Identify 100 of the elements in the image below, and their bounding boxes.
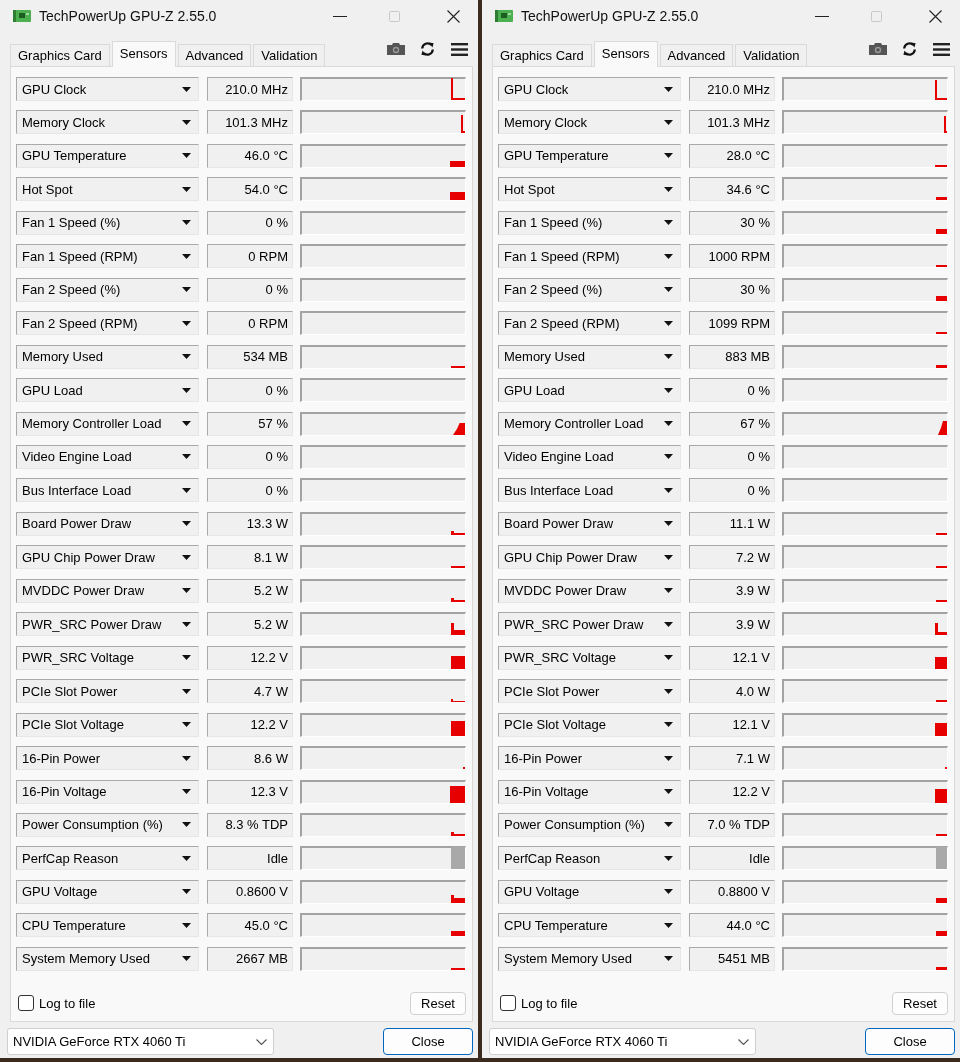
sensor-select[interactable]: Fan 1 Speed (%) [16, 210, 199, 235]
sensor-select[interactable]: GPU Temperature [498, 143, 681, 168]
sensor-value: 0 % [207, 210, 293, 235]
sensor-select[interactable]: GPU Voltage [16, 879, 199, 904]
sensor-select[interactable]: PCIe Slot Power [16, 679, 199, 704]
sensor-value: 3.9 W [689, 612, 775, 637]
sensor-select[interactable]: Board Power Draw [498, 511, 681, 536]
tab[interactable]: Advanced [177, 44, 252, 66]
sensor-select[interactable]: Fan 1 Speed (%) [498, 210, 681, 235]
checkbox-label[interactable]: Log to file [521, 995, 578, 1011]
sensor-select[interactable]: Memory Clock [498, 110, 681, 135]
checkbox-label[interactable]: Log to file [39, 995, 96, 1011]
caret-icon [664, 655, 673, 661]
sensor-value: 12.1 V [689, 712, 775, 737]
caret-icon [182, 487, 191, 493]
tab[interactable]: Sensors [111, 41, 176, 67]
sensor-select[interactable]: GPU Clock [498, 77, 681, 101]
sensor-select[interactable]: GPU Chip Power Draw [16, 545, 199, 570]
sensor-select[interactable]: 16-Pin Voltage [498, 779, 681, 804]
sensor-select[interactable]: CPU Temperature [498, 913, 681, 938]
tab[interactable]: Sensors [593, 41, 658, 67]
sensor-select[interactable]: Video Engine Load [16, 445, 199, 469]
tab[interactable]: Advanced [659, 44, 734, 66]
close-icon[interactable] [929, 9, 942, 23]
sensor-select[interactable]: 16-Pin Power [16, 746, 199, 771]
menu-icon[interactable] [451, 42, 468, 56]
minimize-icon[interactable] [333, 15, 347, 17]
sensor-select[interactable]: PerfCap Reason [16, 846, 199, 871]
sensor-select[interactable]: Fan 2 Speed (%) [16, 277, 199, 302]
sensor-select[interactable]: Bus Interface Load [498, 478, 681, 503]
sensor-select[interactable]: PCIe Slot Power [498, 679, 681, 704]
sparkline-drawing [935, 788, 947, 803]
camera-icon[interactable] [387, 43, 405, 55]
sensor-select[interactable]: Video Engine Load [498, 445, 681, 469]
sensor-select[interactable]: PCIe Slot Voltage [498, 712, 681, 737]
sensor-select[interactable]: GPU Voltage [498, 879, 681, 904]
tab[interactable]: Graphics Card [492, 44, 592, 66]
sensor-select[interactable]: Fan 2 Speed (RPM) [498, 311, 681, 336]
log-checkbox[interactable] [500, 995, 516, 1012]
log-checkbox[interactable] [18, 995, 34, 1012]
sensor-select[interactable]: PWR_SRC Power Draw [16, 612, 199, 637]
sensor-value: 0 % [207, 445, 293, 469]
refresh-icon[interactable] [902, 42, 917, 56]
sensor-select[interactable]: Fan 1 Speed (RPM) [498, 244, 681, 269]
sensor-select[interactable]: Hot Spot [498, 177, 681, 202]
refresh-icon[interactable] [420, 42, 435, 56]
sensor-select[interactable]: GPU Load [16, 378, 199, 403]
sensor-select[interactable]: PWR_SRC Power Draw [498, 612, 681, 637]
sensor-select[interactable]: Fan 2 Speed (%) [498, 277, 681, 302]
close-button[interactable]: Close [865, 1028, 955, 1055]
tab[interactable]: Validation [735, 44, 808, 66]
sensor-select[interactable]: Power Consumption (%) [498, 812, 681, 837]
close-button[interactable]: Close [383, 1028, 473, 1055]
graphics-card-icon [13, 10, 31, 22]
caret-icon [664, 755, 673, 761]
sensor-select[interactable]: System Memory Used [498, 946, 681, 971]
sparkline-drawing [451, 967, 465, 970]
gpu-select[interactable]: NVIDIA GeForce RTX 4060 Ti [7, 1028, 274, 1055]
sensor-value: 30 % [689, 277, 775, 302]
menu-icon[interactable] [933, 42, 950, 56]
sensor-select[interactable]: Memory Clock [16, 110, 199, 135]
caret-icon [182, 354, 191, 360]
sensor-select[interactable]: Hot Spot [16, 177, 199, 202]
sensor-select[interactable]: PWR_SRC Voltage [16, 645, 199, 670]
sensor-select[interactable]: GPU Load [498, 378, 681, 403]
sensor-select[interactable]: MVDDC Power Draw [16, 578, 199, 603]
tab[interactable]: Graphics Card [10, 44, 110, 66]
sensor-select[interactable]: 16-Pin Power [498, 746, 681, 771]
sparkline-drawing [936, 332, 947, 335]
reset-button[interactable]: Reset [410, 991, 466, 1015]
reset-button[interactable]: Reset [892, 991, 948, 1015]
sensor-select[interactable]: Memory Used [16, 344, 199, 369]
sensor-select[interactable]: PerfCap Reason [498, 846, 681, 871]
sensor-select[interactable]: Fan 1 Speed (RPM) [16, 244, 199, 269]
sensor-select[interactable]: Memory Controller Load [498, 411, 681, 436]
sensor-value: 2667 MB [207, 946, 293, 971]
sensor-select[interactable]: Power Consumption (%) [16, 812, 199, 837]
minimize-icon[interactable] [815, 15, 829, 17]
sparkline-drawing [935, 80, 947, 100]
gpu-select[interactable]: NVIDIA GeForce RTX 4060 Ti [489, 1028, 756, 1055]
sensor-select[interactable]: Board Power Draw [16, 511, 199, 536]
sensor-select[interactable]: System Memory Used [16, 946, 199, 971]
tab[interactable]: Validation [253, 44, 326, 66]
sensor-select[interactable]: Memory Controller Load [16, 411, 199, 436]
sensor-select[interactable]: Fan 2 Speed (RPM) [16, 311, 199, 336]
sensor-select[interactable]: PCIe Slot Voltage [16, 712, 199, 737]
sensor-select[interactable]: MVDDC Power Draw [498, 578, 681, 603]
sparkline-drawing [463, 767, 465, 770]
sensor-select[interactable]: GPU Temperature [16, 143, 199, 168]
sensor-select[interactable]: Bus Interface Load [16, 478, 199, 503]
sensor-select[interactable]: 16-Pin Voltage [16, 779, 199, 804]
close-icon[interactable] [447, 9, 460, 23]
sparkline-drawing [450, 160, 465, 167]
sensor-select[interactable]: GPU Chip Power Draw [498, 545, 681, 570]
caret-icon [182, 922, 191, 928]
sensor-select[interactable]: PWR_SRC Voltage [498, 645, 681, 670]
sensor-select[interactable]: CPU Temperature [16, 913, 199, 938]
sensor-select[interactable]: GPU Clock [16, 77, 199, 101]
camera-icon[interactable] [869, 43, 887, 55]
sensor-select[interactable]: Memory Used [498, 344, 681, 369]
